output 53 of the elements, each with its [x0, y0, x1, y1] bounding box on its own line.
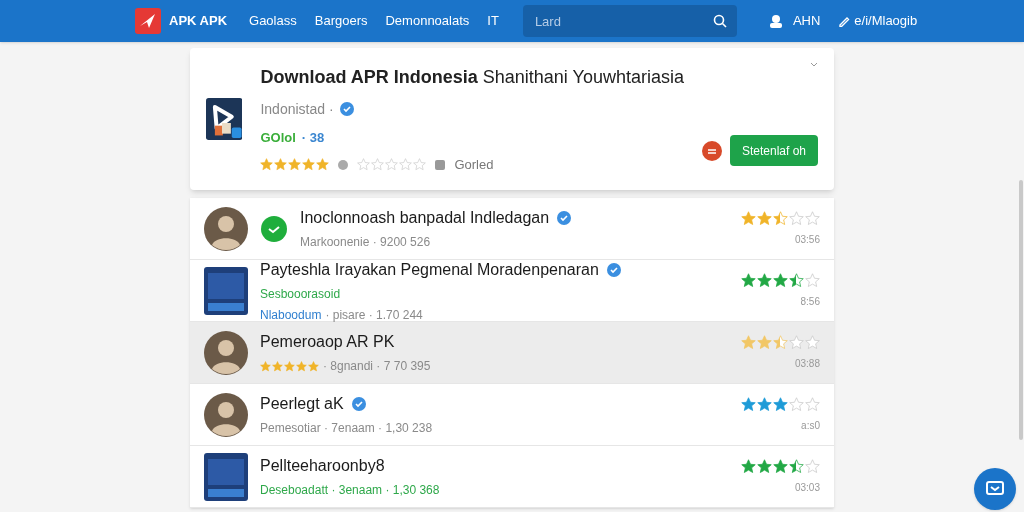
item-reading: 8:56 [800, 294, 820, 309]
item-reading: 03:56 [794, 232, 820, 247]
app-thumbnail-icon [204, 266, 248, 315]
chat-bubble-icon [260, 214, 288, 243]
box-icon [434, 158, 447, 171]
user-icon[interactable] [768, 14, 783, 28]
message-icon [986, 481, 1004, 497]
nav-link[interactable]: Demonnoalats [385, 11, 470, 31]
logo-text[interactable]: APK APK [169, 11, 228, 31]
item-subtitle: · 8gnandi · 7 70 395 [323, 358, 431, 375]
item-subtitle: Sesbooorasoid [260, 285, 341, 303]
circle-icon [337, 158, 350, 171]
status-label: Gorled [454, 156, 494, 174]
item-title[interactable]: Payteshla Irayakan Pegmenal Moradenpenaran [260, 257, 599, 282]
list-row[interactable]: Payteshla Irayakan Pegmenal Moradenpenaran Sesbooorasoid Nlaboodum · pisare · 1.70 244 8:56 [190, 260, 834, 322]
developer-name: Indonistad · [260, 99, 334, 119]
item-reading: a:s0 [801, 418, 820, 433]
item-subtitle: · pisare · 1.70 244 [325, 306, 423, 324]
search-field[interactable]: Lard [522, 5, 737, 37]
chat-button[interactable] [974, 468, 1016, 510]
signin-link[interactable]: e/i/Mlaogib [854, 11, 918, 31]
nav-link[interactable]: Bargoers [314, 11, 368, 31]
caret-icon[interactable] [810, 62, 818, 68]
nav-link[interactable]: IT [487, 11, 499, 31]
version-label: GOlol [260, 128, 296, 147]
item-title[interactable]: Inoclonnoash banpadal Indledagan [300, 206, 550, 230]
badge-icon [701, 140, 722, 161]
app-title: Download APR Indonesia Shanithani Youwhtariasia [260, 65, 684, 89]
item-subtitle: Nlaboodum [260, 306, 322, 324]
scrollbar[interactable] [1019, 180, 1023, 440]
list-row[interactable]: Pemeroaop AR PK · 8gnandi · 7 70 395 03:88 [190, 322, 834, 384]
avatar-icon [204, 392, 248, 437]
nav-link[interactable]: Gaolass [249, 11, 297, 31]
item-reading: 03:88 [794, 356, 820, 371]
search-icon [712, 14, 727, 28]
item-subtitle: Markoonenie · 9200 526 [300, 234, 431, 251]
size-label: · 38 [301, 128, 325, 147]
verified-icon [339, 102, 354, 116]
list-row[interactable]: Inoclonnoash banpadal Indledagan Markoonenie · 9200 526 03:56 [190, 198, 834, 260]
logo-icon [135, 8, 161, 34]
item-subtitle: Deseboadatt · 3enaam · 1,30 368 [260, 482, 440, 499]
pen-icon [838, 15, 851, 27]
app-thumbnail-icon [204, 452, 248, 501]
item-reading: 03:03 [794, 480, 820, 495]
avatar-icon [204, 330, 248, 375]
item-title[interactable]: Pemeroaop AR PK [260, 330, 395, 354]
account-link[interactable]: AHN [792, 11, 821, 31]
avatar-icon [204, 206, 248, 251]
list-row[interactable]: Peerlegt aK Pemesotiar · 7enaam · 1,30 238 a:s0 [190, 384, 834, 446]
item-title[interactable]: Peerlegt aK [260, 392, 344, 416]
list-row[interactable]: Pellteeharoonby8 Deseboadatt · 3enaam · 1,30 368 03:03 [190, 446, 834, 508]
item-title[interactable]: Pellteeharoonby8 [260, 454, 385, 478]
item-subtitle: Pemesotiar · 7enaam · 1,30 238 [260, 420, 433, 437]
